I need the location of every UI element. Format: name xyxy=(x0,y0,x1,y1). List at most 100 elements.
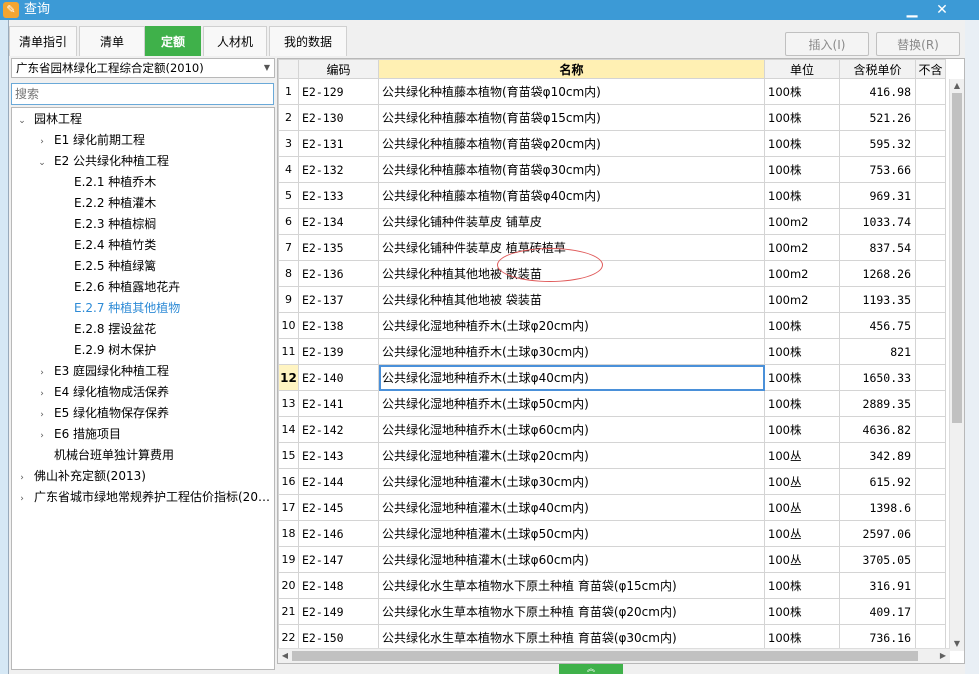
code-cell[interactable]: E2-136 xyxy=(298,260,379,287)
extra-cell[interactable] xyxy=(915,208,946,235)
price-cell[interactable]: 615.92 xyxy=(839,468,916,495)
name-cell[interactable]: 公共绿化湿地种植灌木(土球φ60cm内) xyxy=(378,546,765,573)
price-cell[interactable]: 837.54 xyxy=(839,234,916,261)
row-number-cell[interactable]: 16 xyxy=(278,468,299,495)
unit-cell[interactable]: 100株 xyxy=(764,624,840,651)
quota-grid[interactable]: 编码 名称 单位 含税单价 不含 1 E2-129 公共绿化种植藤本植物(育苗袋φ1… xyxy=(277,58,965,664)
table-row[interactable]: 3 E2-131 公共绿化种植藤本植物(育苗袋φ20cm内) 100株 595.32 xyxy=(278,130,946,157)
row-number-cell[interactable]: 20 xyxy=(278,572,299,599)
unit-cell[interactable]: 100株 xyxy=(764,572,840,599)
table-row[interactable]: 1 E2-129 公共绿化种植藤本植物(育苗袋φ10cm内) 100株 416.98 xyxy=(278,78,946,105)
chevron-right-icon[interactable]: › xyxy=(36,405,48,426)
price-cell[interactable]: 1033.74 xyxy=(839,208,916,235)
insert-button[interactable]: 插入(I) xyxy=(785,32,869,56)
row-number-cell[interactable]: 13 xyxy=(278,390,299,417)
name-cell[interactable]: 公共绿化水生草本植物水下原土种植 育苗袋(φ20cm内) xyxy=(378,598,765,625)
table-row[interactable]: 17 E2-145 公共绿化湿地种植灌木(土球φ40cm内) 100丛 1398.6 xyxy=(278,494,946,521)
extra-cell[interactable] xyxy=(915,598,946,625)
table-row[interactable]: 20 E2-148 公共绿化水生草本植物水下原土种植 育苗袋(φ15cm内) 100株… xyxy=(278,572,946,599)
price-cell[interactable]: 521.26 xyxy=(839,104,916,131)
price-cell[interactable]: 753.66 xyxy=(839,156,916,183)
vertical-scrollbar[interactable]: ▲ ▼ xyxy=(949,79,964,651)
tab-list-guide[interactable]: 清单指引 xyxy=(9,26,77,56)
row-number-cell[interactable]: 22 xyxy=(278,624,299,651)
quota-library-select[interactable]: 广东省园林绿化工程综合定额(2010) ▼ xyxy=(11,58,275,78)
tree-node[interactable]: E.2.5 种植绿篱 xyxy=(56,256,156,277)
extra-cell[interactable] xyxy=(915,520,946,547)
row-number-cell[interactable]: 14 xyxy=(278,416,299,443)
tab-labor-material[interactable]: 人材机 xyxy=(203,26,267,56)
tree-node[interactable]: › E1 绿化前期工程 xyxy=(36,130,145,151)
extra-cell[interactable] xyxy=(915,182,946,209)
table-row[interactable]: 6 E2-134 公共绿化铺种件装草皮 铺草皮 100m2 1033.74 xyxy=(278,208,946,235)
price-cell[interactable]: 3705.05 xyxy=(839,546,916,573)
name-cell[interactable]: 公共绿化湿地种植灌木(土球φ30cm内) xyxy=(378,468,765,495)
price-cell[interactable]: 1193.35 xyxy=(839,286,916,313)
price-cell[interactable]: 2597.06 xyxy=(839,520,916,547)
name-cell[interactable]: 公共绿化湿地种植乔木(土球φ60cm内) xyxy=(378,416,765,443)
chevron-right-icon[interactable]: › xyxy=(36,132,48,153)
row-number-cell[interactable]: 5 xyxy=(278,182,299,209)
name-cell[interactable]: 公共绿化种植藤本植物(育苗袋φ10cm内) xyxy=(378,78,765,105)
table-row[interactable]: 7 E2-135 公共绿化铺种件装草皮 植草砖植草 100m2 837.54 xyxy=(278,234,946,261)
extra-cell[interactable] xyxy=(915,494,946,521)
extra-cell[interactable] xyxy=(915,364,946,391)
tree-node[interactable]: › 广东省城市绿地常规养护工程估价指标(20… xyxy=(16,487,270,508)
unit-cell[interactable]: 100株 xyxy=(764,130,840,157)
row-number-cell[interactable]: 7 xyxy=(278,234,299,261)
chevron-down-icon[interactable]: ⌄ xyxy=(16,111,28,132)
name-cell[interactable]: 公共绿化湿地种植灌木(土球φ40cm内) xyxy=(378,494,765,521)
table-row[interactable]: 22 E2-150 公共绿化水生草本植物水下原土种植 育苗袋(φ30cm内) 100株… xyxy=(278,624,946,651)
unit-cell[interactable]: 100株 xyxy=(764,312,840,339)
table-row[interactable]: 5 E2-133 公共绿化种植藤本植物(育苗袋φ40cm内) 100株 969.31 xyxy=(278,182,946,209)
price-cell[interactable]: 821 xyxy=(839,338,916,365)
chevron-right-icon[interactable]: › xyxy=(16,489,28,510)
name-cell[interactable]: 公共绿化种植藤本植物(育苗袋φ30cm内) xyxy=(378,156,765,183)
vertical-scroll-thumb[interactable] xyxy=(952,93,962,423)
replace-button[interactable]: 替换(R) xyxy=(876,32,960,56)
unit-cell[interactable]: 100m2 xyxy=(764,286,840,313)
chevron-right-icon[interactable]: › xyxy=(36,363,48,384)
table-row[interactable]: 12 E2-140 公共绿化湿地种植乔木(土球φ40cm内) 100株 1650.33 xyxy=(278,364,946,391)
extra-cell[interactable] xyxy=(915,442,946,469)
header-price[interactable]: 含税单价 xyxy=(839,59,916,79)
horizontal-scroll-thumb[interactable] xyxy=(292,651,918,661)
extra-cell[interactable] xyxy=(915,468,946,495)
price-cell[interactable]: 1398.6 xyxy=(839,494,916,521)
name-cell[interactable]: 公共绿化湿地种植灌木(土球φ20cm内) xyxy=(378,442,765,469)
extra-cell[interactable] xyxy=(915,624,946,651)
code-cell[interactable]: E2-148 xyxy=(298,572,379,599)
row-number-cell[interactable]: 1 xyxy=(278,78,299,105)
unit-cell[interactable]: 100m2 xyxy=(764,234,840,261)
name-cell[interactable]: 公共绿化水生草本植物水下原土种植 育苗袋(φ15cm内) xyxy=(378,572,765,599)
name-cell[interactable]: 公共绿化种植其他地被 袋装苗 xyxy=(378,286,765,313)
row-number-cell[interactable]: 15 xyxy=(278,442,299,469)
chevron-right-icon[interactable]: › xyxy=(36,426,48,447)
price-cell[interactable]: 969.31 xyxy=(839,182,916,209)
arrow-right-icon[interactable]: ▶ xyxy=(936,649,950,663)
name-cell[interactable]: 公共绿化湿地种植乔木(土球φ40cm内) xyxy=(378,364,765,391)
name-cell[interactable]: 公共绿化湿地种植乔木(土球φ20cm内) xyxy=(378,312,765,339)
tree-node[interactable]: › E5 绿化植物保存保养 xyxy=(36,403,169,424)
code-cell[interactable]: E2-132 xyxy=(298,156,379,183)
code-cell[interactable]: E2-145 xyxy=(298,494,379,521)
name-cell[interactable]: 公共绿化铺种件装草皮 铺草皮 xyxy=(378,208,765,235)
close-button[interactable]: ✕ xyxy=(927,0,957,20)
row-number-cell[interactable]: 17 xyxy=(278,494,299,521)
price-cell[interactable]: 342.89 xyxy=(839,442,916,469)
name-cell[interactable]: 公共绿化湿地种植灌木(土球φ50cm内) xyxy=(378,520,765,547)
extra-cell[interactable] xyxy=(915,234,946,261)
tree-node[interactable]: E.2.7 种植其他植物 xyxy=(56,298,180,319)
price-cell[interactable]: 409.17 xyxy=(839,598,916,625)
extra-cell[interactable] xyxy=(915,260,946,287)
chevron-down-icon[interactable]: ⌄ xyxy=(36,153,48,174)
collapse-grip-icon[interactable]: ︽ xyxy=(559,664,623,674)
chevron-right-icon[interactable]: › xyxy=(16,468,28,489)
extra-cell[interactable] xyxy=(915,572,946,599)
tree-node[interactable]: E.2.2 种植灌木 xyxy=(56,193,156,214)
price-cell[interactable]: 595.32 xyxy=(839,130,916,157)
unit-cell[interactable]: 100丛 xyxy=(764,468,840,495)
unit-cell[interactable]: 100株 xyxy=(764,598,840,625)
row-number-cell[interactable]: 3 xyxy=(278,130,299,157)
tree-node[interactable]: › E6 措施项目 xyxy=(36,424,121,445)
